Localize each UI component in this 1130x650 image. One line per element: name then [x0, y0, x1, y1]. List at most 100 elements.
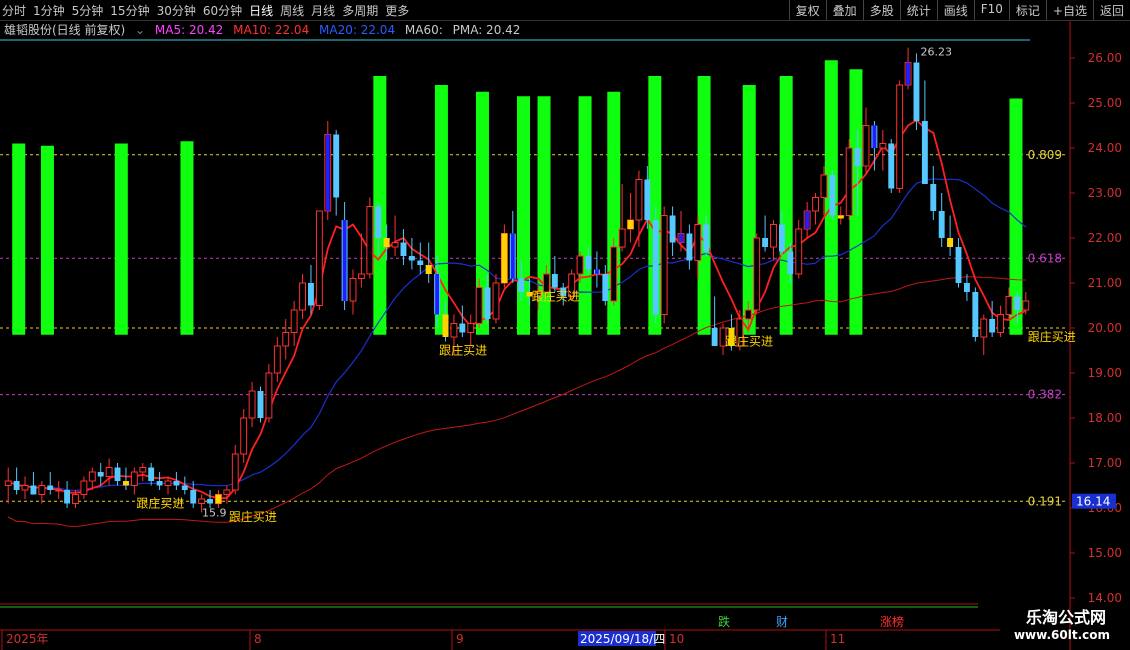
period-tab-0[interactable]: 分时	[2, 4, 26, 18]
pma-label: PMA: 20.42	[452, 23, 521, 37]
period-toolbar: 分时 1分钟 5分钟 15分钟 30分钟 60分钟 日线 周线 月线 多周期 更多 复权 叠加 多股 统计…	[0, 0, 1130, 21]
x-axis-label: 8	[254, 632, 262, 646]
toolbar-button-8[interactable]: 返回	[1092, 0, 1130, 20]
event-marker: 财	[776, 615, 788, 629]
candle-body	[913, 62, 920, 121]
candle-body	[963, 283, 970, 292]
candle-body	[290, 309, 298, 333]
candle-body	[972, 292, 979, 337]
candle-body	[1005, 296, 1013, 315]
toolbar-button-5[interactable]: F10	[973, 0, 1009, 20]
toolbar-button-6[interactable]: 标记	[1008, 0, 1046, 20]
candle-body	[770, 224, 777, 248]
candle-body	[198, 498, 206, 504]
candle-body	[64, 490, 71, 504]
candle-body	[989, 319, 996, 333]
candle-body	[366, 206, 374, 275]
blue-signal-block	[805, 211, 810, 229]
candle-body	[711, 328, 718, 346]
candle-body	[1014, 296, 1021, 310]
yellow-signal-block	[442, 314, 449, 337]
candle-body	[450, 323, 458, 338]
y-tick-label: 21.00	[1088, 276, 1122, 290]
candle-body	[265, 372, 273, 419]
candle-body	[156, 481, 163, 486]
toolbar-button-3[interactable]: 统计	[899, 0, 937, 20]
fib-level-label: 0.809	[1028, 148, 1062, 162]
candle-body	[30, 485, 37, 495]
candle-body	[308, 283, 314, 306]
period-tab-10[interactable]: 更多	[385, 4, 409, 18]
candle-body	[1022, 300, 1030, 311]
y-tick-label: 19.00	[1088, 366, 1122, 380]
y-tick-label: 22.00	[1088, 231, 1122, 245]
kline-chart[interactable]: 26.00 25.00 24.00 23.00 22.00 21.00 20.00 19.00…	[0, 0, 1130, 650]
candle-body	[357, 273, 365, 279]
candle-body	[888, 143, 895, 189]
candle-body	[753, 237, 761, 311]
period-tab-3[interactable]: 15分钟	[110, 4, 149, 18]
period-tab-5[interactable]: 60分钟	[203, 4, 242, 18]
candle-body	[282, 332, 290, 347]
y-tick-label: 25.00	[1088, 96, 1122, 110]
candle-body	[845, 147, 853, 216]
y-tick-label: 14.00	[1088, 591, 1122, 605]
buy-signal-label: 跟庄买进	[439, 343, 487, 358]
toolbar-button-7[interactable]: +自选	[1045, 0, 1093, 20]
last-price-label: 16.14	[1076, 495, 1110, 509]
y-tick-label: 15.00	[1088, 546, 1122, 560]
candle-body	[231, 453, 239, 491]
buy-signal-label: 跟庄买进	[1028, 329, 1076, 344]
x-axis-label: 9	[456, 632, 464, 646]
buy-signal-label: 跟庄买进	[136, 496, 184, 511]
high-price-label: 26.23	[920, 46, 952, 59]
period-tab-6[interactable]: 日线	[249, 4, 273, 18]
blue-signal-block	[342, 220, 347, 301]
candle-body	[47, 485, 54, 490]
candle-body	[273, 345, 281, 374]
candle-body	[114, 467, 121, 481]
green-signal-bar	[697, 76, 711, 335]
candle-body	[139, 467, 147, 473]
x-axis-label: 10	[669, 632, 684, 646]
toolbar-button-0[interactable]: 复权	[788, 0, 826, 20]
candle-body	[660, 215, 668, 315]
yellow-signal-block	[837, 215, 844, 219]
candle-body	[896, 84, 904, 189]
green-signal-bar	[12, 143, 26, 335]
candle-body	[375, 206, 382, 238]
toolbar-button-1[interactable]: 叠加	[825, 0, 863, 20]
candle-body	[164, 480, 172, 486]
toolbar-button-2[interactable]: 多股	[862, 0, 900, 20]
candle-body	[459, 323, 466, 333]
buy-signal-label: 跟庄买进	[725, 334, 773, 349]
blue-signal-block	[872, 125, 877, 148]
period-tab-7[interactable]: 周线	[280, 4, 304, 18]
period-tab-9[interactable]: 多周期	[342, 4, 378, 18]
candle-body	[248, 390, 256, 419]
period-tab-4[interactable]: 30分钟	[157, 4, 196, 18]
y-tick-label: 24.00	[1088, 141, 1122, 155]
green-signal-bar	[40, 145, 54, 335]
candle-body	[744, 309, 752, 320]
candle-body	[980, 318, 988, 338]
yellow-signal-block	[501, 233, 508, 283]
y-tick-label: 17.00	[1088, 456, 1122, 470]
candle-body	[787, 251, 794, 274]
period-tab-1[interactable]: 1分钟	[33, 4, 65, 18]
toolbar-button-4[interactable]: 画线	[936, 0, 974, 20]
stock-title[interactable]: 雄韬股份(日线 前复权)	[4, 23, 125, 37]
candle-body	[703, 224, 710, 252]
green-signal-bar	[114, 143, 128, 335]
blue-signal-block	[679, 233, 683, 243]
candle-body	[938, 211, 945, 238]
candle-body	[207, 499, 213, 504]
chevron-down-icon[interactable]: ⌄	[135, 23, 145, 37]
period-tab-2[interactable]: 5分钟	[72, 4, 104, 18]
period-tab-8[interactable]: 月线	[311, 4, 335, 18]
candle-body	[148, 467, 155, 481]
fib-level-label: 0.382	[1028, 388, 1062, 402]
green-signal-bar	[373, 76, 387, 335]
buy-signal-label: 跟庄买进	[532, 289, 580, 304]
yellow-signal-block	[122, 481, 129, 486]
